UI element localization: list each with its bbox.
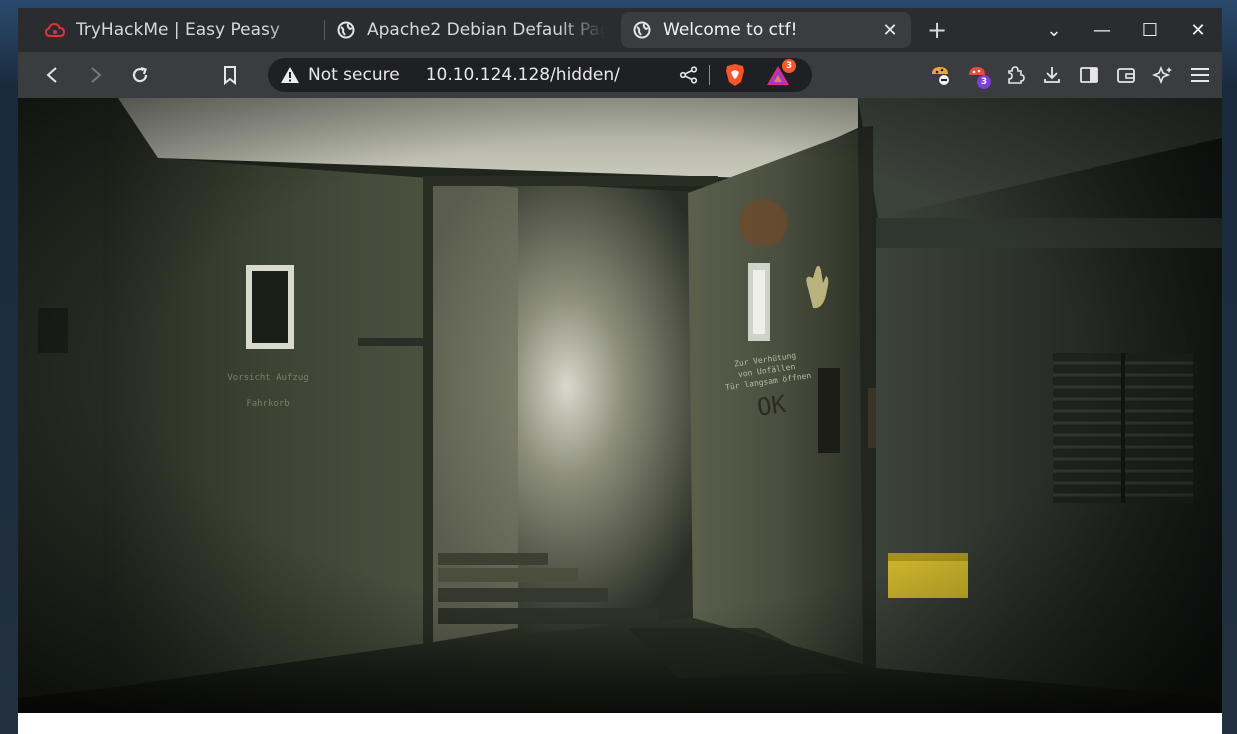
tab-label: Apache2 Debian Default Page xyxy=(367,20,605,40)
tab-apache-default[interactable]: Apache2 Debian Default Page xyxy=(325,12,615,48)
toolbar-right: 3 xyxy=(922,58,1218,92)
extension-count-badge: 3 xyxy=(977,75,991,89)
reload-button[interactable] xyxy=(118,58,162,92)
share-icon xyxy=(679,66,698,84)
hacking-extension-icon[interactable] xyxy=(922,58,959,92)
brave-rewards-button[interactable]: 3 xyxy=(766,59,800,87)
hero-image-abandoned-elevator: Vorsicht Aufzug Fahrkorb Zur Verhütung v… xyxy=(18,98,1222,713)
page-viewport: Vorsicht Aufzug Fahrkorb Zur Verhütung v… xyxy=(18,98,1222,734)
sign-door: Zur Verhütung von Unfällen Tür langsam ö… xyxy=(720,348,818,427)
warning-triangle-icon xyxy=(281,67,299,83)
tab-welcome-ctf[interactable]: Welcome to ctf! ✕ xyxy=(621,12,911,48)
close-window-button[interactable]: ✕ xyxy=(1174,20,1222,41)
extension-badge-icon[interactable]: 3 xyxy=(959,58,996,92)
tab-label: Welcome to ctf! xyxy=(663,20,798,40)
brave-shields-icon xyxy=(726,64,744,86)
tab-label: TryHackMe | Easy Peasy xyxy=(76,20,280,40)
forward-button[interactable] xyxy=(74,58,118,92)
security-indicator[interactable]: Not secure xyxy=(280,65,400,85)
sign-left-line-1: Vorsicht Aufzug xyxy=(227,373,309,383)
url-text[interactable]: 10.10.124.128/hidden/ xyxy=(426,65,679,85)
extensions-puzzle-icon[interactable] xyxy=(996,58,1033,92)
tryhackme-cloud-icon xyxy=(44,19,66,41)
sidebar-toggle-icon[interactable] xyxy=(1070,58,1107,92)
address-bar[interactable]: Not secure 10.10.124.128/hidden/ 3 xyxy=(268,58,812,92)
navigation-toolbar: Not secure 10.10.124.128/hidden/ 3 3 xyxy=(18,52,1222,98)
globe-icon xyxy=(335,19,357,41)
sign-left-wall: Vorsicht Aufzug Fahrkorb xyxy=(218,371,318,411)
minimize-button[interactable]: — xyxy=(1078,20,1126,41)
address-bar-actions: 3 xyxy=(679,59,800,87)
not-secure-label: Not secure xyxy=(308,65,400,85)
sign-left-line-2: Fahrkorb xyxy=(246,399,290,409)
bookmark-icon[interactable] xyxy=(208,58,252,92)
browser-window: TryHackMe | Easy Peasy Apache2 Debian De… xyxy=(18,8,1222,734)
leo-ai-sparkle-icon[interactable] xyxy=(1144,58,1181,92)
download-icon[interactable] xyxy=(1033,58,1070,92)
tab-strip: TryHackMe | Easy Peasy Apache2 Debian De… xyxy=(18,8,1222,52)
close-tab-icon[interactable]: ✕ xyxy=(879,20,901,41)
tab-list-chevron-icon[interactable]: ⌄ xyxy=(1030,20,1078,41)
globe-icon xyxy=(631,19,653,41)
wallet-icon[interactable] xyxy=(1107,58,1144,92)
address-bar-divider xyxy=(709,65,710,85)
back-button[interactable] xyxy=(30,58,74,92)
new-tab-button[interactable]: + xyxy=(917,16,957,44)
maximize-button[interactable]: ☐ xyxy=(1126,20,1174,41)
tab-tryhackme[interactable]: TryHackMe | Easy Peasy xyxy=(34,12,324,48)
menu-hamburger-icon[interactable] xyxy=(1181,58,1218,92)
rewards-badge: 3 xyxy=(782,59,796,73)
window-controls: ⌄ — ☐ ✕ xyxy=(1030,8,1222,52)
